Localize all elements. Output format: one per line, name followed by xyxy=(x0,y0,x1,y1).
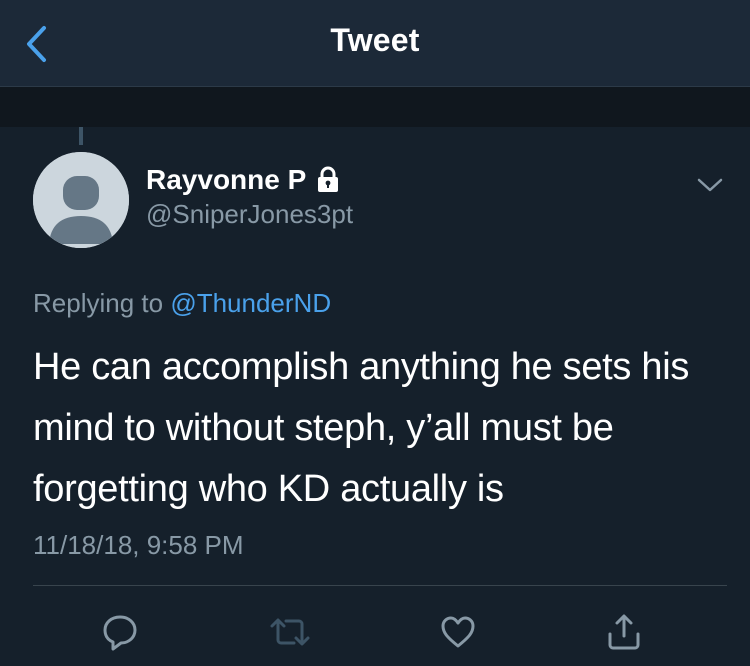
avatar[interactable] xyxy=(33,152,129,248)
author-name[interactable]: Rayvonne P xyxy=(146,164,306,196)
tweet-timestamp: 11/18/18, 9:58 PM xyxy=(33,530,244,560)
share-icon xyxy=(608,614,640,650)
share-button[interactable] xyxy=(600,608,648,656)
top-bar: Tweet xyxy=(0,0,750,87)
heart-icon xyxy=(441,616,475,648)
retweet-button[interactable] xyxy=(266,608,314,656)
author-name-row[interactable]: Rayvonne P xyxy=(146,164,340,196)
default-avatar-icon xyxy=(33,152,129,248)
thread-connector xyxy=(79,127,83,145)
action-bar xyxy=(0,600,750,660)
retweet-icon xyxy=(270,618,310,646)
more-options-button[interactable] xyxy=(692,170,728,200)
tweet-body: He can accomplish anything he sets his m… xyxy=(33,346,690,510)
reply-button[interactable] xyxy=(96,608,144,656)
lock-icon xyxy=(316,166,340,194)
separator-band xyxy=(0,87,750,127)
chevron-down-icon xyxy=(697,178,723,192)
tweet-detail-screen: Tweet Rayvonne P @SniperJones3pt Replyin… xyxy=(0,0,750,666)
page-title: Tweet xyxy=(330,22,420,58)
author-handle[interactable]: @SniperJones3pt xyxy=(146,199,353,230)
divider xyxy=(33,585,727,586)
replying-label: Replying to xyxy=(33,288,164,318)
replying-to: Replying to @ThunderND xyxy=(33,288,331,319)
like-button[interactable] xyxy=(434,608,482,656)
reply-icon xyxy=(103,615,137,651)
replying-mention-link[interactable]: @ThunderND xyxy=(170,288,331,318)
